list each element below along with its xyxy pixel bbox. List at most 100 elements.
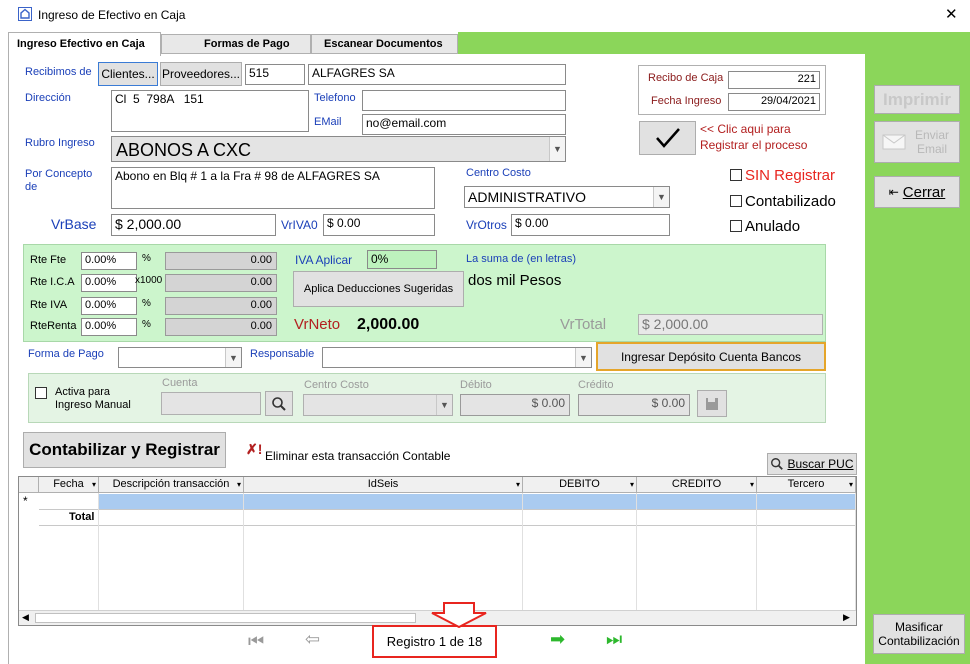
next-record-icon[interactable]: ➡ xyxy=(550,630,565,648)
grid-col-header[interactable]: DEBITO ▾ xyxy=(523,477,637,493)
register-check-button[interactable] xyxy=(639,121,696,155)
cerrar-button[interactable]: ⇤ Cerrar xyxy=(874,176,960,208)
down-arrow-highlight-icon xyxy=(431,602,487,628)
forma-pago-select[interactable]: ▼ xyxy=(118,347,242,368)
chevron-down-icon[interactable]: ▼ xyxy=(575,348,591,367)
vrbase-field[interactable]: $ 2,000.00 xyxy=(111,214,276,236)
chevron-down-icon[interactable]: ▼ xyxy=(549,137,565,161)
grid-new-row[interactable] xyxy=(99,494,856,509)
chevron-down-icon[interactable]: ▾ xyxy=(849,477,853,492)
prev-record-icon[interactable]: ⇦ xyxy=(305,630,320,648)
enviar-email-label: Enviar Email xyxy=(914,128,949,156)
tab-formas-de-pago[interactable]: Formas de Pago xyxy=(161,34,311,54)
rubro-select[interactable]: ABONOS A CXC ▼ xyxy=(111,136,566,162)
floppy-disk-icon xyxy=(706,397,718,410)
centro-costo-manual-label: Centro Costo xyxy=(304,379,369,391)
ded-pct-field[interactable]: 0.00% xyxy=(81,318,137,336)
exit-door-icon: ⇤ xyxy=(888,185,899,199)
chevron-down-icon[interactable]: ▼ xyxy=(225,348,241,367)
first-record-icon[interactable]: ⏮ xyxy=(248,632,264,650)
scroll-left-icon[interactable]: ◀ xyxy=(22,612,29,623)
grid-col-header[interactable]: IdSeis ▾ xyxy=(244,477,523,493)
contabilizar-registrar-label: Contabilizar y Registrar xyxy=(29,440,220,459)
anulado-checkbox[interactable] xyxy=(730,220,742,232)
grid-col-header[interactable]: Fecha ▾ xyxy=(39,477,99,493)
responsable-label: Responsable xyxy=(250,348,315,360)
contabilizado-label: Contabilizado xyxy=(745,193,836,210)
vriva0-field[interactable]: $ 0.00 xyxy=(323,214,435,236)
sin-registrar-checkbox[interactable] xyxy=(730,169,742,181)
ded-pct-field[interactable]: 0.00% xyxy=(81,252,137,270)
responsable-select[interactable]: ▼ xyxy=(322,347,592,368)
iva-aplicar-label: IVA Aplicar xyxy=(295,253,353,267)
email-field[interactable]: no@email.com xyxy=(362,114,566,135)
proveedores-button[interactable]: Proveedores... xyxy=(160,62,242,86)
vrotros-field[interactable]: $ 0.00 xyxy=(511,214,670,236)
green-frame xyxy=(458,32,970,54)
delete-x-icon[interactable]: ✗! xyxy=(246,441,262,458)
recibo-field[interactable]: 221 xyxy=(728,71,820,89)
grid-col-header[interactable]: Tercero ▾ xyxy=(757,477,856,493)
tab-escanear-documentos[interactable]: Escanear Documentos xyxy=(311,34,458,54)
chevron-down-icon[interactable]: ▾ xyxy=(516,477,520,492)
email-label: EMail xyxy=(314,116,342,128)
telefono-field[interactable] xyxy=(362,90,566,111)
grid-total-label: Total xyxy=(69,511,95,523)
activa-manual-checkbox[interactable] xyxy=(35,387,47,399)
grid-col-header-label: CREDITO xyxy=(671,478,722,490)
fecha-ingreso-field[interactable]: 29/04/2021 xyxy=(728,93,820,111)
debito-label: Débito xyxy=(460,379,492,391)
concepto-field[interactable]: Abono en Blq # 1 a la Fra # 98 de ALFAGR… xyxy=(111,167,435,209)
imprimir-button: Imprimir xyxy=(874,85,960,114)
vrneto-value: 2,000.00 xyxy=(357,316,420,333)
vriva0-label: VrIVA0 xyxy=(281,218,318,232)
chevron-down-icon[interactable]: ▾ xyxy=(630,477,634,492)
grid-col-header[interactable]: Descripción transacción ▾ xyxy=(99,477,244,493)
direccion-field[interactable]: Cl 5 798A 151 xyxy=(111,90,309,132)
contabilizar-registrar-button[interactable]: Contabilizar y Registrar xyxy=(23,432,226,468)
scrollbar-thumb[interactable] xyxy=(35,613,416,623)
masificar-label-1: Masificar xyxy=(894,620,943,634)
ded-pct-field[interactable]: 0.00% xyxy=(81,274,137,292)
ded-amount-field: 0.00 xyxy=(165,274,277,292)
sin-registrar-label: SIN Registrar xyxy=(745,167,836,184)
contabilizado-checkbox[interactable] xyxy=(730,195,742,207)
register-hint-1: << Clic aqui para xyxy=(700,122,791,136)
centro-costo-select[interactable]: ADMINISTRATIVO ▼ xyxy=(464,186,670,208)
masificar-label-2: Contabilización xyxy=(878,634,960,648)
email-icon xyxy=(882,134,906,150)
buscar-puc-button[interactable]: Buscar PUC xyxy=(767,453,857,475)
chevron-down-icon[interactable]: ▾ xyxy=(92,477,96,492)
chevron-down-icon[interactable]: ▾ xyxy=(750,477,754,492)
debito-field: $ 0.00 xyxy=(460,394,570,416)
tercero-code-field[interactable]: 515 xyxy=(245,64,305,85)
ingresar-deposito-button[interactable]: Ingresar Depósito Cuenta Bancos xyxy=(596,342,826,371)
masificar-button[interactable]: Masificar Contabilización xyxy=(873,614,965,654)
cuenta-label: Cuenta xyxy=(162,377,198,389)
last-record-icon[interactable]: ⏭ xyxy=(606,630,622,648)
vrneto-label: VrNeto xyxy=(294,316,341,333)
window-title: Ingreso de Efectivo en Caja xyxy=(38,8,186,22)
scroll-right-icon[interactable]: ▶ xyxy=(843,612,850,623)
checkmark-icon xyxy=(655,128,680,148)
ded-pct-field[interactable]: 0.00% xyxy=(81,297,137,315)
chevron-down-icon[interactable]: ▼ xyxy=(653,187,669,207)
proveedores-button-label: Proveedores... xyxy=(161,67,241,81)
grid-col-header[interactable]: CREDITO ▾ xyxy=(637,477,757,493)
magnifier-icon xyxy=(272,396,286,411)
search-cuenta-button[interactable] xyxy=(265,391,293,416)
cerrar-label: Cerrar xyxy=(902,183,946,201)
tercero-name-field[interactable]: ALFAGRES SA xyxy=(308,64,566,85)
aplica-deducciones-button[interactable]: Aplica Deducciones Sugeridas xyxy=(293,271,464,307)
eliminar-label[interactable]: Eliminar esta transacción Contable xyxy=(265,449,450,463)
aplica-deducciones-label: Aplica Deducciones Sugeridas xyxy=(303,283,454,295)
chevron-down-icon[interactable]: ▾ xyxy=(237,477,241,492)
clientes-button[interactable]: Clientes... xyxy=(98,62,158,86)
vrtotal-label: VrTotal xyxy=(560,316,607,333)
grid-col-line xyxy=(855,493,856,610)
iva-aplicar-field[interactable]: 0% xyxy=(367,250,437,269)
close-icon[interactable]: ✕ xyxy=(945,5,958,23)
app-icon xyxy=(18,7,32,21)
record-counter-text: Registro 1 de 18 xyxy=(386,634,483,649)
tab-ingreso-efectivo[interactable]: Ingreso Efectivo en Caja xyxy=(8,32,161,56)
